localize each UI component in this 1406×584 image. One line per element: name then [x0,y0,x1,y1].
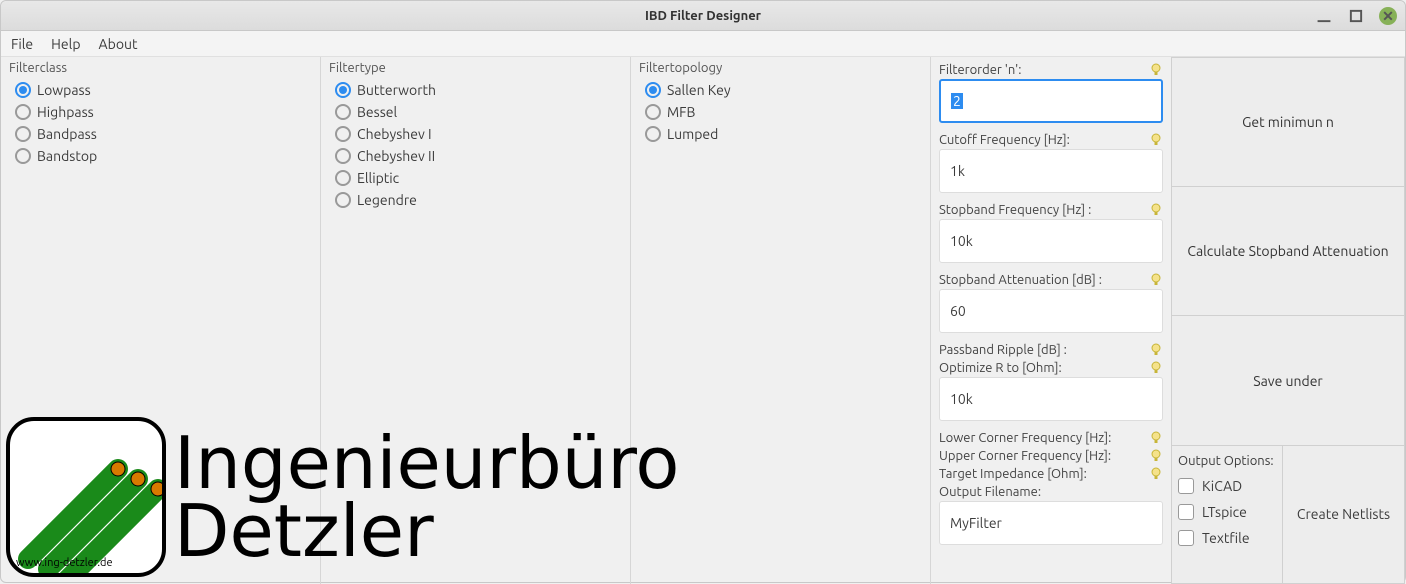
menu-about[interactable]: About [99,36,138,52]
radio-icon[interactable] [335,126,351,142]
output-option-ltspice[interactable]: LTspice [1178,504,1276,520]
cutoff-label: Cutoff Frequency [Hz]: [939,133,1070,147]
filterclass-header: Filterclass [9,61,312,75]
radio-label: Bessel [357,104,397,120]
radio-label: Bandpass [37,126,97,142]
stopfreq-input[interactable]: 10k [939,219,1163,263]
radio-icon[interactable] [335,170,351,186]
radio-icon[interactable] [645,82,661,98]
save-under-button[interactable]: Save under [1171,316,1405,445]
hint-icon[interactable] [1149,63,1163,77]
filtertype-bessel[interactable]: Bessel [329,101,622,123]
hint-icon[interactable] [1149,343,1163,357]
filtertopology-sallen-key[interactable]: Sallen Key [639,79,922,101]
hint-icon[interactable] [1149,361,1163,375]
radio-label: Lumped [667,126,718,142]
checkbox-label: LTspice [1202,504,1247,520]
filtertype-legendre[interactable]: Legendre [329,189,622,211]
close-icon[interactable]: ✕ [1379,7,1397,25]
hint-icon[interactable] [1149,431,1163,445]
radio-icon[interactable] [335,148,351,164]
checkbox-icon[interactable] [1178,530,1194,546]
targetimp-label: Target Impedance [Ohm]: [939,467,1087,481]
radio-label: Legendre [357,192,417,208]
radio-icon[interactable] [15,126,31,142]
radio-label: Bandstop [37,148,97,164]
filtertype-header: Filtertype [329,61,622,75]
radio-label: Chebyshev I [357,126,432,142]
radio-label: Chebyshev II [357,148,435,164]
output-options: Output Options: KiCAD LTspice Textfile [1172,446,1282,583]
window-title: IBD Filter Designer [645,9,761,23]
checkbox-icon[interactable] [1178,504,1194,520]
logo-url: www.ing-detzler.de [16,557,113,569]
optr-input[interactable]: 10k [939,377,1163,421]
radio-icon[interactable] [15,148,31,164]
calc-stopband-button[interactable]: Calculate Stopband Attenuation [1171,187,1405,316]
outfile-label: Output Filename: [939,485,1041,499]
titlebar: IBD Filter Designer ✕ [1,1,1405,31]
output-option-kicad[interactable]: KiCAD [1178,478,1276,494]
logo-area: www.ing-detzler.de Ingenieurbüro Detzler [6,417,679,577]
radio-icon[interactable] [15,82,31,98]
filtertopology-header: Filtertopology [639,61,922,75]
radio-label: Lowpass [37,82,91,98]
logo-text-line2: Detzler [174,497,679,565]
stopatt-input[interactable]: 60 [939,289,1163,333]
optr-label: Optimize R to [Ohm]: [939,361,1062,375]
stopfreq-label: Stopband Frequency [Hz] : [939,203,1091,217]
radio-icon[interactable] [335,192,351,208]
filtertopology-mfb[interactable]: MFB [639,101,922,123]
filterclass-lowpass[interactable]: Lowpass [9,79,312,101]
filtertype-chebyshev-i[interactable]: Chebyshev I [329,123,622,145]
radio-icon[interactable] [645,126,661,142]
logo-text-line1: Ingenieurbüro [174,429,679,497]
output-option-textfile[interactable]: Textfile [1178,530,1276,546]
filterclass-highpass[interactable]: Highpass [9,101,312,123]
menu-file[interactable]: File [11,36,33,52]
hint-icon[interactable] [1149,133,1163,147]
checkbox-icon[interactable] [1178,478,1194,494]
radio-icon[interactable] [645,104,661,120]
hint-icon[interactable] [1149,203,1163,217]
menu-help[interactable]: Help [51,36,80,52]
filtertype-elliptic[interactable]: Elliptic [329,167,622,189]
lowcorner-label: Lower Corner Frequency [Hz]: [939,431,1111,445]
output-options-header: Output Options: [1178,454,1276,468]
hint-icon[interactable] [1149,467,1163,481]
filtertype-butterworth[interactable]: Butterworth [329,79,622,101]
filterclass-bandpass[interactable]: Bandpass [9,123,312,145]
radio-icon[interactable] [335,104,351,120]
minimize-icon[interactable] [1315,7,1333,25]
parameters-column: Filterorder 'n': 2 Cutoff Frequency [Hz]… [931,57,1171,584]
get-min-n-button[interactable]: Get minimun n [1171,57,1405,187]
radio-label: Sallen Key [667,82,731,98]
radio-icon[interactable] [335,82,351,98]
stopatt-label: Stopband Attenuation [dB] : [939,273,1102,287]
radio-label: MFB [667,104,695,120]
ripple-label: Passband Ripple [dB] : [939,343,1067,357]
order-label: Filterorder 'n': [939,63,1021,77]
create-netlists-button[interactable]: Create Netlists [1282,446,1404,583]
actions-column: Get minimun n Calculate Stopband Attenua… [1171,57,1405,584]
filterclass-bandstop[interactable]: Bandstop [9,145,312,167]
checkbox-label: KiCAD [1202,478,1242,494]
radio-label: Highpass [37,104,94,120]
maximize-icon[interactable] [1347,7,1365,25]
radio-icon[interactable] [15,104,31,120]
logo-icon: www.ing-detzler.de [6,417,166,577]
menubar: File Help About [1,31,1405,57]
filtertopology-lumped[interactable]: Lumped [639,123,922,145]
cutoff-input[interactable]: 1k [939,149,1163,193]
outfile-input[interactable]: MyFilter [939,501,1163,545]
filtertype-chebyshev-ii[interactable]: Chebyshev II [329,145,622,167]
upcorner-label: Upper Corner Frequency [Hz]: [939,449,1111,463]
order-input[interactable]: 2 [939,79,1163,123]
checkbox-label: Textfile [1202,530,1250,546]
radio-label: Elliptic [357,170,399,186]
hint-icon[interactable] [1149,449,1163,463]
radio-label: Butterworth [357,82,436,98]
hint-icon[interactable] [1149,273,1163,287]
